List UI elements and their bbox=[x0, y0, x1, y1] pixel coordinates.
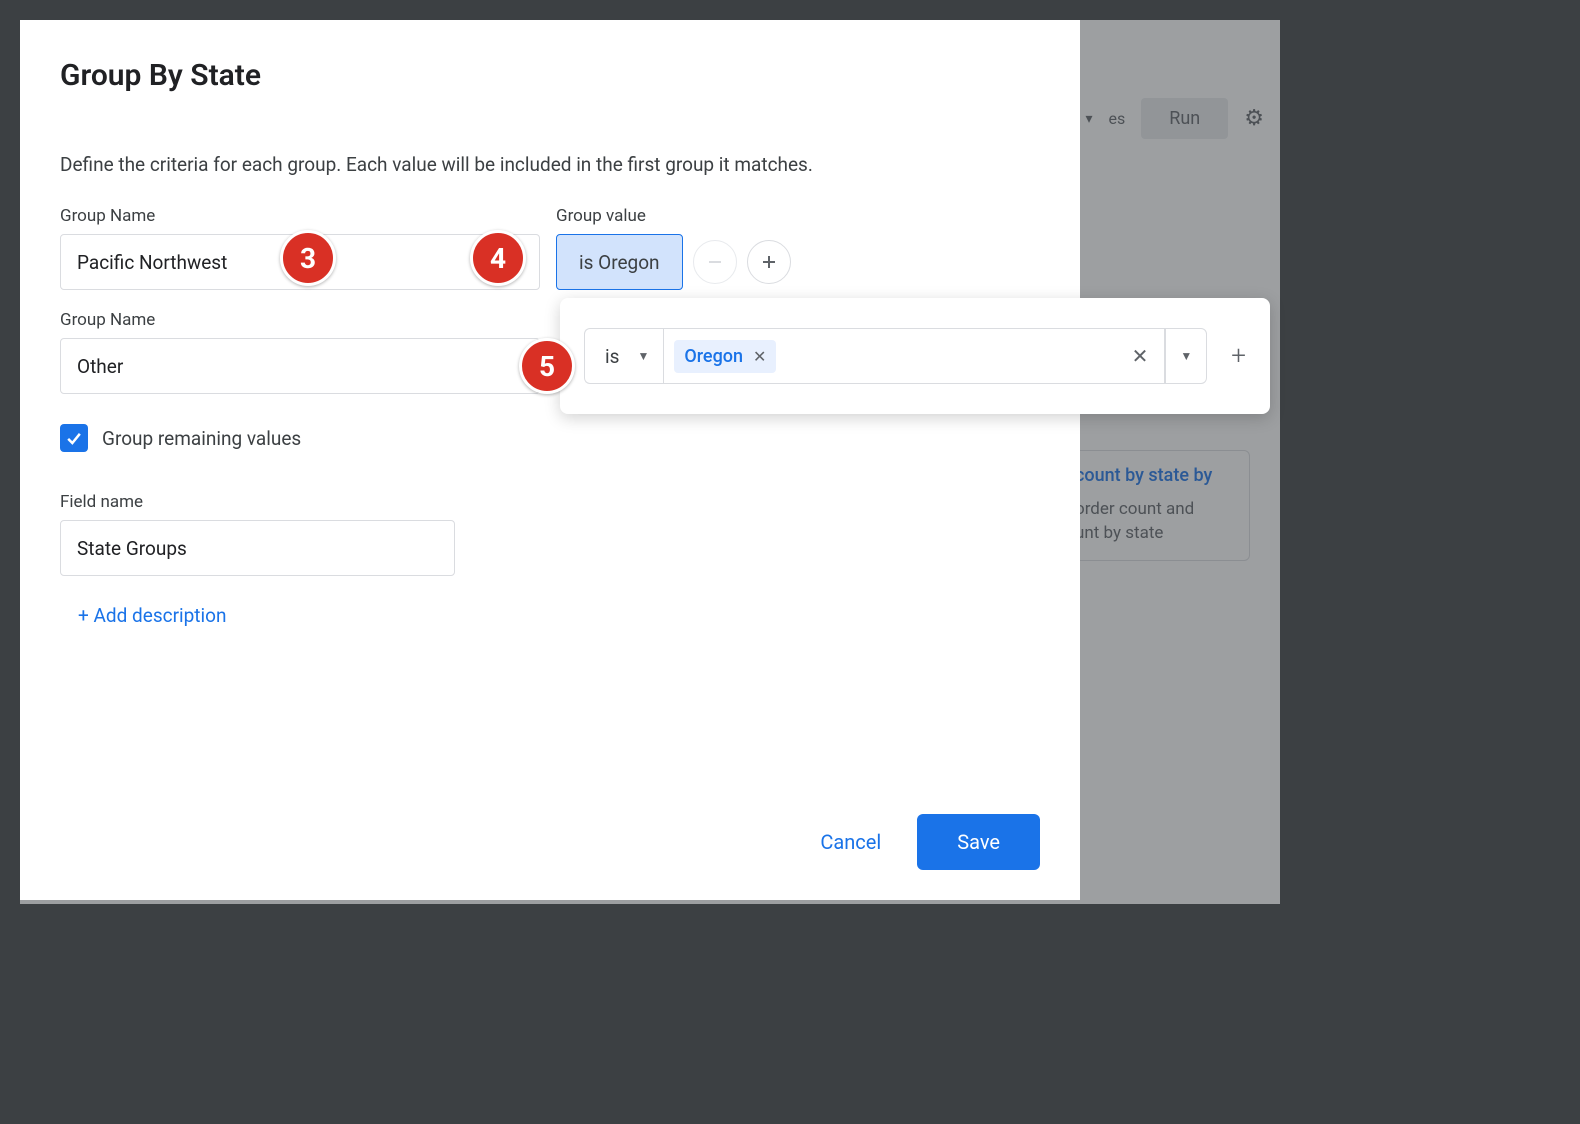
filter-popover: is ▼ Oregon ✕ ✕ ▼ + bbox=[560, 298, 1270, 414]
filter-token-text: Oregon bbox=[684, 346, 743, 367]
filter-operator-text: is bbox=[605, 345, 619, 368]
group-value-label: Group value bbox=[556, 206, 1040, 226]
filter-token: Oregon ✕ bbox=[674, 340, 776, 373]
annotation-badge-4: 4 bbox=[470, 230, 526, 286]
dialog-footer: Cancel Save bbox=[60, 814, 1040, 870]
save-button[interactable]: Save bbox=[917, 814, 1040, 870]
add-description-link[interactable]: + Add description bbox=[78, 604, 1040, 627]
group-remaining-checkbox[interactable] bbox=[60, 424, 88, 452]
dialog-subtitle: Define the criteria for each group. Each… bbox=[60, 153, 1040, 176]
filter-values-input[interactable]: Oregon ✕ ✕ bbox=[663, 328, 1165, 384]
filter-more-select[interactable]: ▼ bbox=[1165, 328, 1207, 384]
cancel-button[interactable]: Cancel bbox=[820, 830, 881, 854]
remove-filter-button bbox=[693, 240, 737, 284]
add-filter-row-button[interactable]: + bbox=[1231, 341, 1246, 371]
field-name-section: Field name bbox=[60, 492, 455, 576]
caret-down-icon: ▼ bbox=[637, 349, 649, 363]
caret-down-icon: ▼ bbox=[1180, 349, 1192, 363]
group-name-input-2[interactable] bbox=[60, 338, 540, 394]
group-row-1: Group Name Group value is Oregon bbox=[60, 206, 1040, 290]
field-name-input[interactable] bbox=[60, 520, 455, 576]
field-name-label: Field name bbox=[60, 492, 455, 512]
plus-icon bbox=[760, 253, 778, 271]
annotation-badge-5: 5 bbox=[519, 338, 575, 394]
add-filter-button[interactable] bbox=[747, 240, 791, 284]
annotation-badge-3: 3 bbox=[280, 230, 336, 286]
group-remaining-checkbox-row: Group remaining values bbox=[60, 424, 1040, 452]
remove-token-icon[interactable]: ✕ bbox=[753, 347, 766, 366]
minus-icon bbox=[706, 253, 724, 271]
group-value-chip[interactable]: is Oregon bbox=[556, 234, 683, 290]
dialog-title: Group By State bbox=[60, 58, 1040, 93]
filter-operator-select[interactable]: is ▼ bbox=[584, 328, 663, 384]
group-name-label-2: Group Name bbox=[60, 310, 540, 330]
group-by-dialog: Group By State Define the criteria for e… bbox=[20, 20, 1080, 900]
clear-filter-icon[interactable]: ✕ bbox=[1126, 344, 1155, 368]
group-name-label: Group Name bbox=[60, 206, 540, 226]
group-remaining-label: Group remaining values bbox=[102, 427, 301, 450]
checkmark-icon bbox=[64, 428, 84, 448]
